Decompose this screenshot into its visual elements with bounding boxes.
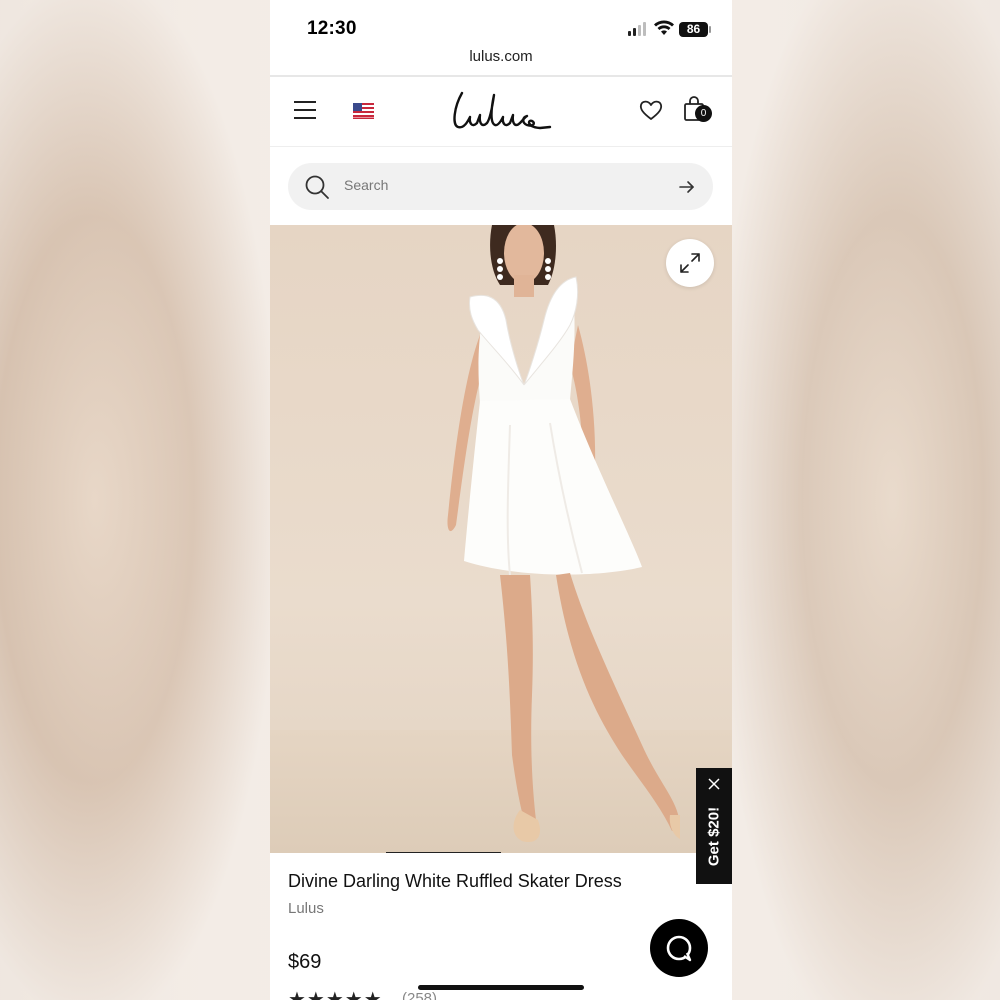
expand-icon xyxy=(680,253,700,273)
search-icon xyxy=(305,175,329,199)
product-brand[interactable]: Lulus xyxy=(288,900,324,917)
battery-icon: 86 xyxy=(679,22,708,37)
rating-stars[interactable]: ★★★★★ xyxy=(288,987,383,1000)
search-bar[interactable] xyxy=(288,163,713,210)
product-image[interactable] xyxy=(270,225,732,853)
promo-label[interactable]: Get $20! xyxy=(706,787,723,887)
us-flag-icon[interactable] xyxy=(353,103,374,119)
cart-count-badge: 0 xyxy=(695,105,712,122)
product-price: $69 xyxy=(288,951,322,973)
battery-tip xyxy=(709,26,711,33)
chat-button[interactable] xyxy=(650,919,708,977)
lulus-logo[interactable] xyxy=(450,87,552,133)
image-carousel-indicator xyxy=(386,852,501,853)
site-header: 0 xyxy=(270,77,732,147)
status-bar: 12:30 86 xyxy=(270,0,732,48)
chat-bubble-icon xyxy=(666,935,692,962)
browser-url[interactable]: lulus.com xyxy=(270,48,732,65)
rating-count[interactable]: (258) xyxy=(402,990,437,1000)
background-blur-left xyxy=(0,0,270,1000)
product-title: Divine Darling White Ruffled Skater Dres… xyxy=(288,871,622,891)
arrow-right-icon[interactable] xyxy=(678,179,696,195)
search-input[interactable] xyxy=(344,177,644,193)
signal-icon xyxy=(628,22,648,36)
promo-tab[interactable]: Get $20! xyxy=(696,768,732,884)
background-blur-right xyxy=(732,0,1000,1000)
status-time: 12:30 xyxy=(307,18,357,39)
model-photo xyxy=(447,225,680,843)
heart-icon[interactable] xyxy=(639,99,663,121)
hamburger-menu-icon[interactable] xyxy=(294,101,316,119)
home-indicator xyxy=(418,985,584,990)
wifi-icon xyxy=(654,20,674,35)
phone-screen: 12:30 86 lulus.com 0 Search Get $20! Div… xyxy=(270,0,732,1000)
expand-image-button[interactable] xyxy=(666,239,714,287)
